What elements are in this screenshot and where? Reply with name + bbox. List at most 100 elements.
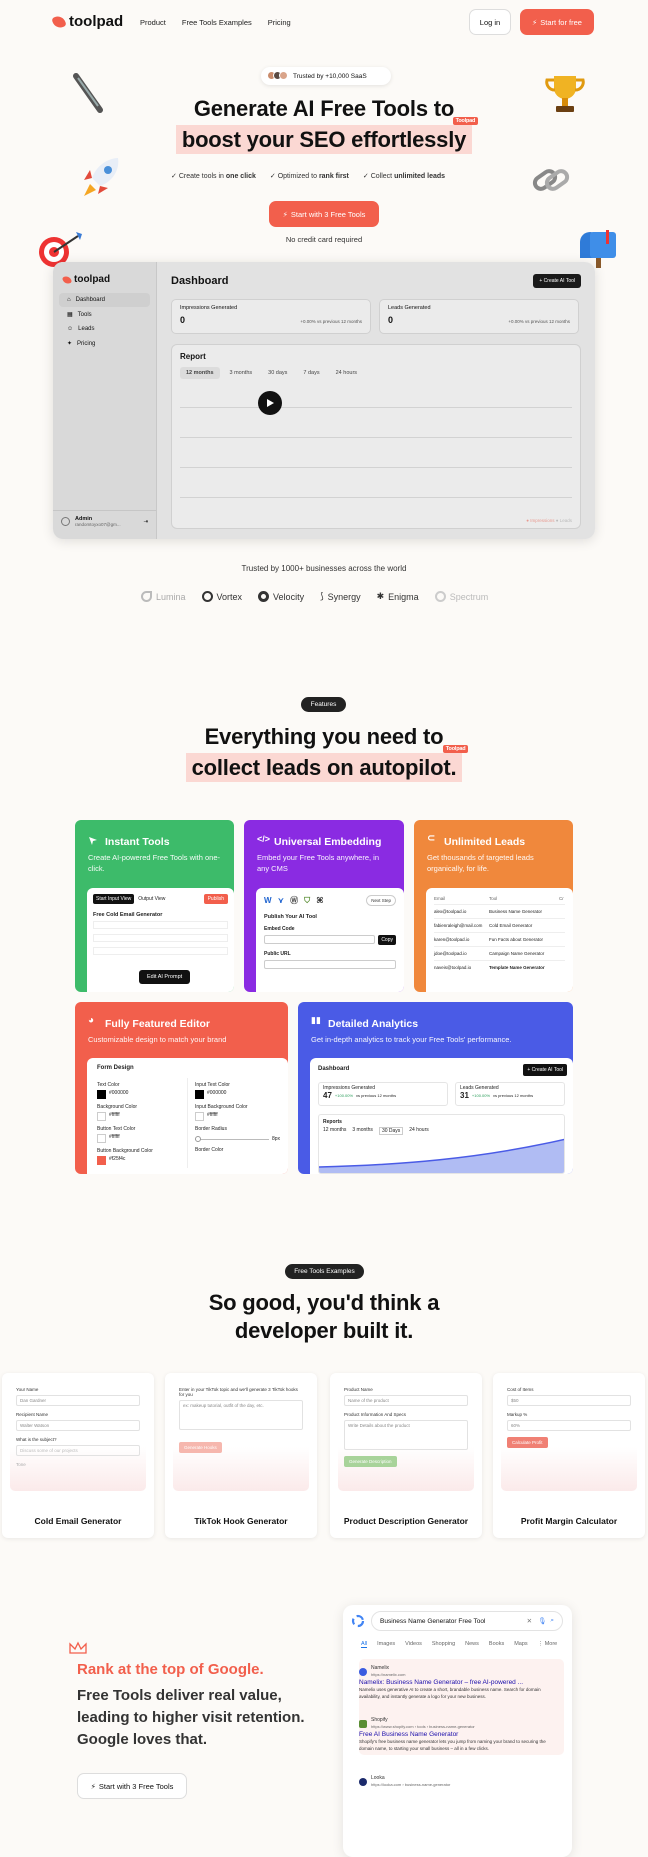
report-tab[interactable]: 12 months — [180, 367, 220, 379]
brand-name: toolpad — [69, 13, 124, 30]
sidebar-item-leads[interactable]: ☺ Leads — [59, 322, 150, 336]
example-card-product-description[interactable]: Product Name Name of the product Product … — [330, 1373, 482, 1538]
slider-handle — [195, 1135, 201, 1142]
toolpad-tag: Toolpad — [442, 745, 469, 753]
example-card-tiktok[interactable]: Enter in your TikTok topic and we'll gen… — [165, 1373, 317, 1538]
check-text: Create tools in — [178, 173, 226, 180]
leads-table-screenshot: Email Tool Cr alex@toolpad.io Business Name… — [426, 888, 573, 992]
feature-title: Unlimited Leads — [444, 836, 526, 848]
editor-field: Button Background Color #f25f4c — [97, 1148, 177, 1165]
example-title: Cold Email Generator — [34, 1516, 122, 1526]
login-button[interactable]: Log in — [469, 9, 511, 35]
report-tab[interactable]: 24 hours — [330, 367, 363, 379]
example-preview: Cost of Items $50 Markup % 60% Calculate P… — [501, 1381, 637, 1491]
seo-cta-button[interactable]: ⚡ Start with 3 Free Tools — [77, 1773, 187, 1799]
trusted-pill-text: Trusted by +10,000 SaaS — [293, 72, 367, 80]
check-item: ✓ Optimized to rank first — [270, 172, 349, 180]
partner-logos: Lumina Vortex Velocity ⟆ Synergy ✱ Enigma … — [141, 591, 488, 602]
check-text: Collect — [370, 173, 395, 180]
field-input: Name of the product — [344, 1395, 468, 1406]
field-value: 8px — [271, 1136, 280, 1142]
feature-title: Universal Embedding — [274, 836, 382, 848]
color-swatch — [97, 1134, 106, 1143]
play-icon — [267, 399, 274, 407]
stat-note: vs previous 12 months — [316, 319, 362, 324]
no-credit-card-note: No credit card required — [285, 235, 363, 244]
stat-value: 31 — [460, 1091, 469, 1100]
example-card-cold-email[interactable]: Your Name Dan Gardner Recipient Name Walte… — [2, 1373, 154, 1538]
editor-field: Text Color #000000 — [97, 1082, 177, 1099]
sidebar-item-tools[interactable]: ▦ Tools — [59, 307, 150, 322]
brand-logo[interactable]: toolpad — [51, 13, 124, 30]
nav-link-pricing[interactable]: Pricing — [268, 18, 291, 27]
copy-button: Copy — [378, 935, 396, 945]
lead-tool: Business Name Generator — [489, 909, 543, 914]
dashboard-sidebar: toolpad ⌂ Dashboard ▦ Tools ☺ Leads ✦ Pricin… — [53, 262, 157, 539]
field-input: Write Details about the product — [344, 1420, 468, 1450]
report-tab[interactable]: 30 days — [262, 367, 293, 379]
reports-panel: Reports 12 months 3 months 30 Days 24 ho… — [318, 1114, 565, 1174]
mic-icon: 🎙 — [538, 1618, 547, 1625]
dashboard-brand: toolpad — [61, 274, 156, 285]
sidebar-item-label: Tools — [77, 311, 92, 318]
stat-label: Leads Generated — [388, 305, 431, 311]
nav-link-examples[interactable]: Free Tools Examples — [182, 18, 252, 27]
user-profile[interactable]: Admin randomtoyxo07@gm... ⇥ — [53, 510, 156, 532]
legend-impressions: ● Impressions — [526, 518, 555, 523]
sidebar-item-dashboard[interactable]: ⌂ Dashboard — [59, 293, 150, 307]
report-tab[interactable]: 3 months — [224, 367, 259, 379]
create-ai-tool-button[interactable]: + Create AI Tool — [533, 274, 581, 288]
editor-field: Input Background Color #ffffff — [195, 1104, 280, 1121]
table-row: karen@toolpad.io Fun Facts about Generato… — [434, 932, 565, 946]
legend-label: Leads — [559, 518, 572, 523]
instant-tools-screenshot: Start Input View Output View Publish Fre… — [87, 888, 234, 992]
seo-cta-label: Start with 3 Free Tools — [98, 1781, 174, 1791]
stat-card-leads: Leads Generated 31 +100.00% vs previous 12 … — [455, 1082, 565, 1106]
vortex-logo-icon — [201, 591, 213, 602]
sidebar-item-label: Pricing — [77, 340, 96, 347]
google-tabs: All Images Videos Shopping News Books Ma… — [361, 1641, 557, 1648]
example-card-profit-margin[interactable]: Cost of Items $50 Markup % 60% Calculate P… — [493, 1373, 645, 1538]
chain-link-icon — [532, 169, 570, 191]
google-tab: Shopping — [431, 1641, 456, 1647]
palette-icon: ◕ — [88, 1015, 95, 1026]
legend-label: Impressions — [530, 518, 555, 523]
dashboard-title: Dashboard — [171, 275, 229, 287]
tool-name: Free Cold Email Generator — [93, 912, 163, 918]
check-bold: rank first — [318, 173, 349, 180]
home-icon: ⌂ — [67, 297, 71, 303]
field-label: Button Text Color — [97, 1126, 136, 1132]
color-swatch — [97, 1090, 106, 1099]
report-card: Report 12 months 3 months 30 days 7 days… — [171, 344, 581, 529]
report-tab[interactable]: 7 days — [297, 367, 325, 379]
field-label: Input Background Color — [195, 1104, 248, 1110]
google-tab: All — [361, 1641, 368, 1648]
search-query: Business Name Generator Free Tool — [380, 1617, 486, 1625]
start-free-button[interactable]: ⚡ Start for free — [520, 9, 594, 35]
table-row: alex@toolpad.io Business Name Generator — [434, 904, 565, 918]
check-icon: ✓ — [269, 173, 278, 180]
logout-icon[interactable]: ⇥ — [143, 519, 148, 525]
hero-cta-label: Start with 3 Free Tools — [290, 209, 366, 219]
feature-card-analytics: ▮▮ Detailed Analytics Get in-depth analy… — [298, 1002, 573, 1174]
trusted-by-label: Trusted by 1000+ businesses across the w… — [241, 564, 407, 573]
clear-icon: ✕ — [526, 1618, 533, 1625]
nav-link-product[interactable]: Product — [140, 18, 166, 27]
google-tab: Images — [377, 1641, 396, 1647]
partner-logo: ⟆ Synergy — [320, 591, 361, 602]
hero-title-line2: boost your SEO effortlessly Toolpad — [0, 117, 648, 154]
feature-desc: Customizable design to match your brand — [88, 1035, 227, 1044]
start-free-label: Start for free — [540, 17, 582, 27]
feature-title: Detailed Analytics — [328, 1018, 419, 1030]
sidebar-item-pricing[interactable]: ✦ Pricing — [59, 336, 150, 351]
check-bold: one click — [225, 173, 256, 180]
publish-title: Publish Your AI Tool — [264, 914, 317, 920]
dashboard-brand-name: toolpad — [74, 274, 111, 285]
feature-card-instant-tools: Instant Tools Create AI-powered Free Too… — [75, 820, 234, 992]
result-title: Namelix: Business Name Generator – free … — [359, 1679, 524, 1687]
check-item: ✓ Create tools in one click — [171, 172, 256, 180]
google-tab-label: More — [544, 1641, 558, 1647]
hero-cta-button[interactable]: ⚡ Start with 3 Free Tools — [269, 201, 379, 227]
play-video-button[interactable] — [258, 391, 282, 415]
table-row: naveis@toolpad.io Template Name Generator — [434, 960, 565, 974]
